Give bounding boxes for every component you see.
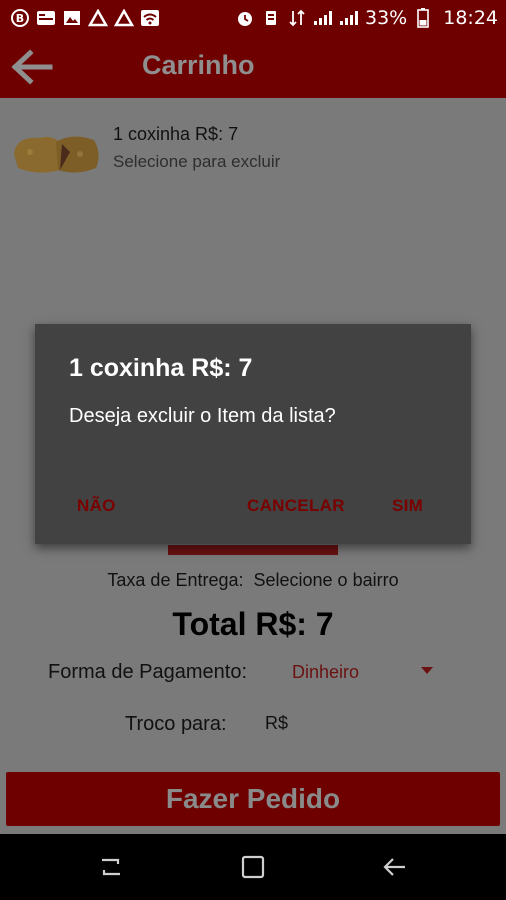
- battery-percent: 33%: [365, 7, 408, 29]
- chevron-down-icon[interactable]: [421, 667, 433, 674]
- cart-item-name: 1 coxinha R$: 7: [113, 124, 239, 144]
- partial-button-edge: [168, 545, 338, 555]
- cart-item[interactable]: 1 coxinha R$: 7 Selecione para excluir: [10, 110, 490, 173]
- app-bar: Carrinho: [0, 36, 506, 98]
- recent-apps-icon: [102, 858, 120, 876]
- status-bar: B 33% 18:24: [0, 0, 506, 36]
- back-button[interactable]: [8, 46, 56, 88]
- clock: 18:24: [443, 7, 498, 29]
- signal-icon: [313, 8, 333, 28]
- vibrate-icon: [261, 8, 281, 28]
- navigation-bar: [0, 834, 506, 900]
- status-notifications: B: [10, 8, 160, 28]
- wifi-alert-icon: [140, 8, 160, 28]
- news-icon: [36, 8, 56, 28]
- back-nav-button[interactable]: [380, 852, 410, 882]
- total-amount: Total R$: 7: [172, 606, 334, 642]
- arrow-left-icon: [11, 49, 53, 85]
- yes-button[interactable]: SIM: [392, 496, 423, 516]
- dialog-message: Deseja excluir o Item da lista?: [69, 405, 336, 427]
- delete-item-dialog: 1 coxinha R$: 7 Deseja excluir o Item da…: [35, 324, 471, 544]
- change-label: Troco para:: [125, 713, 227, 735]
- coxinha-image: [14, 136, 99, 173]
- svg-text:B: B: [16, 12, 24, 25]
- battery-icon: [413, 8, 433, 28]
- page-title: Carrinho: [142, 50, 255, 80]
- home-button[interactable]: [238, 852, 268, 882]
- cart-item-hint: Selecione para excluir: [113, 152, 281, 171]
- drive-icon: [114, 8, 134, 28]
- cancel-button[interactable]: CANCELAR: [247, 496, 345, 516]
- image-icon: [62, 8, 82, 28]
- back-icon: [383, 858, 405, 876]
- payment-select[interactable]: Dinheiro: [292, 662, 359, 683]
- place-order-button[interactable]: Fazer Pedido: [6, 772, 500, 826]
- delivery-fee-label: Taxa de Entrega:: [107, 570, 244, 590]
- delivery-fee-row: Taxa de Entrega: Selecione o bairro: [0, 570, 506, 591]
- home-icon: [241, 855, 265, 879]
- dialog-title: 1 coxinha R$: 7: [69, 354, 253, 382]
- no-button[interactable]: NÃO: [77, 496, 116, 516]
- signal-icon: [339, 8, 359, 28]
- drive-icon: [88, 8, 108, 28]
- data-4g-icon: [287, 8, 307, 28]
- change-input[interactable]: R$: [265, 713, 288, 734]
- payment-label: Forma de Pagamento:: [48, 661, 247, 683]
- status-system: 33% 18:24: [235, 7, 498, 29]
- b-icon: B: [10, 8, 30, 28]
- delivery-fee-value[interactable]: Selecione o bairro: [254, 570, 399, 590]
- alarm-icon: [235, 8, 255, 28]
- recent-apps-button[interactable]: [96, 852, 126, 882]
